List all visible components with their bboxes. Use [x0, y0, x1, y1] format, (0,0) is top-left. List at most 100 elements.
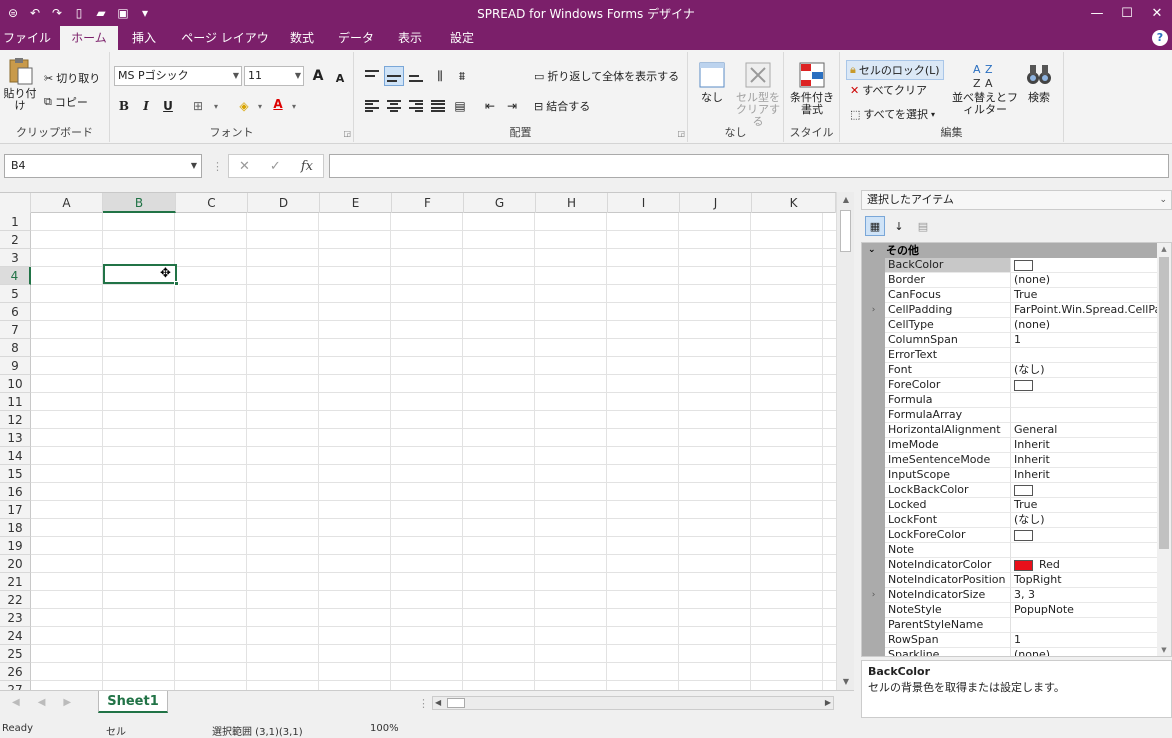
scroll-up-icon[interactable]: ▲ [1157, 245, 1171, 253]
property-row[interactable]: Note [862, 543, 1158, 558]
tab-insert[interactable]: 挿入 [122, 26, 166, 50]
row-header[interactable]: 1 [0, 213, 31, 231]
row-header[interactable]: 15 [0, 465, 31, 483]
row-header[interactable]: 3 [0, 249, 31, 267]
row-header[interactable]: 23 [0, 609, 31, 627]
property-value[interactable]: Inherit [1011, 468, 1158, 483]
property-row[interactable]: LockBackColor [862, 483, 1158, 498]
property-value[interactable]: 3, 3 [1011, 588, 1158, 603]
help-icon[interactable]: ? [1152, 30, 1168, 46]
property-value[interactable] [1011, 258, 1158, 273]
name-box[interactable]: B4 ▼ [4, 154, 202, 178]
property-value[interactable] [1011, 618, 1158, 633]
row-header[interactable]: 20 [0, 555, 31, 573]
search-button[interactable]: 検索 [1020, 60, 1058, 104]
property-value[interactable]: Inherit [1011, 438, 1158, 453]
property-row[interactable]: Font (なし) [862, 363, 1158, 378]
underline-button[interactable]: U [158, 96, 178, 116]
scroll-down-icon[interactable]: ▼ [837, 674, 855, 690]
confirm-icon[interactable]: ✓ [270, 159, 281, 174]
tab-home[interactable]: ホーム [60, 26, 118, 50]
column-header[interactable]: D [248, 193, 320, 213]
formula-input[interactable] [329, 154, 1169, 178]
justify-vertical-icon[interactable]: ⩩ [452, 66, 472, 86]
property-value[interactable]: FarPoint.Win.Spread.CellPadd [1011, 303, 1158, 318]
insert-function-button[interactable]: fx [301, 159, 313, 174]
property-row[interactable]: Formula [862, 393, 1158, 408]
property-value[interactable]: (なし) [1011, 513, 1158, 528]
column-header[interactable]: H [536, 193, 608, 213]
tab-data[interactable]: データ [332, 26, 380, 50]
property-pages-icon[interactable]: ▤ [913, 216, 933, 236]
property-row[interactable]: Sparkline (none) [862, 648, 1158, 656]
lock-cell-button[interactable]: 🔒︎ セルのロック(L) [846, 60, 944, 80]
next-sheet-icon[interactable]: ▶ [63, 697, 71, 708]
increase-indent-icon[interactable]: ⇥ [502, 96, 522, 116]
column-header[interactable]: G [464, 193, 536, 213]
property-value[interactable]: (none) [1011, 648, 1158, 656]
border-icon[interactable]: ⊞ [188, 96, 208, 116]
tab-view[interactable]: 表示 [390, 26, 430, 50]
first-sheet-icon[interactable]: ◀ [12, 697, 20, 708]
merge-button[interactable]: ⊟ 結合する [534, 98, 590, 114]
property-row[interactable]: ImeSentenceMode Inherit [862, 453, 1158, 468]
bold-button[interactable]: B [114, 96, 134, 116]
chevron-down-icon[interactable]: ▾ [284, 96, 304, 116]
minimize-icon[interactable]: — [1082, 0, 1112, 26]
categorized-icon[interactable]: ▦ [865, 216, 885, 236]
row-header[interactable]: 25 [0, 645, 31, 663]
row-header[interactable]: 18 [0, 519, 31, 537]
scroll-up-icon[interactable]: ▲ [837, 192, 855, 208]
align-justify-icon[interactable] [428, 96, 448, 116]
property-category[interactable]: ⌄ その他 [862, 243, 1158, 258]
row-header[interactable]: 10 [0, 375, 31, 393]
sheet-tab[interactable]: Sheet1 [98, 691, 168, 713]
alphabetical-icon[interactable]: ↓ [889, 216, 909, 236]
property-value[interactable]: TopRight [1011, 573, 1158, 588]
property-row[interactable]: NoteStyle PopupNote [862, 603, 1158, 618]
property-value[interactable] [1011, 483, 1158, 498]
property-value[interactable]: Red [1011, 558, 1158, 573]
property-row[interactable]: FormulaArray [862, 408, 1158, 423]
cut-button[interactable]: ✂ 切り取り [44, 70, 100, 86]
property-value[interactable]: 1 [1011, 633, 1158, 648]
property-value[interactable] [1011, 393, 1158, 408]
chevron-down-icon[interactable]: ▾ [250, 96, 270, 116]
property-row[interactable]: CellType (none) [862, 318, 1158, 333]
tab-formulas[interactable]: 数式 [282, 26, 322, 50]
property-row[interactable]: InputScope Inherit [862, 468, 1158, 483]
tab-file[interactable]: ファイル [0, 26, 54, 50]
row-header[interactable]: 21 [0, 573, 31, 591]
column-header[interactable]: B [103, 193, 176, 213]
scroll-down-icon[interactable]: ▼ [1157, 646, 1171, 654]
paste-button[interactable]: 貼り付け [2, 56, 38, 112]
grow-font-button[interactable]: A [308, 66, 328, 86]
scroll-thumb[interactable] [1159, 257, 1169, 549]
select-all-corner[interactable] [0, 193, 31, 213]
row-header[interactable]: 7 [0, 321, 31, 339]
property-row[interactable]: HorizontalAlignment General [862, 423, 1158, 438]
row-header[interactable]: 12 [0, 411, 31, 429]
row-header[interactable]: 8 [0, 339, 31, 357]
scroll-thumb[interactable] [840, 210, 851, 252]
decrease-indent-icon[interactable]: ⇤ [480, 96, 500, 116]
column-header[interactable]: C [176, 193, 248, 213]
cancel-icon[interactable]: ✕ [239, 159, 250, 174]
column-header[interactable]: E [320, 193, 392, 213]
dialog-launcher-icon[interactable]: ◲ [677, 129, 685, 138]
property-row[interactable]: ›CellPaddingFarPoint.Win.Spread.CellPadd [862, 303, 1158, 318]
scroll-right-icon[interactable]: ▶ [825, 697, 831, 709]
row-header[interactable]: 11 [0, 393, 31, 411]
clear-celltype-button[interactable]: セル型をクリアする [734, 60, 782, 128]
scroll-thumb[interactable] [447, 698, 465, 708]
tab-settings[interactable]: 設定 [440, 26, 484, 50]
row-header[interactable]: 5 [0, 285, 31, 303]
wrap-text-button[interactable]: ▭ 折り返して全体を表示する [534, 68, 679, 84]
property-value[interactable] [1011, 378, 1158, 393]
row-header[interactable]: 19 [0, 537, 31, 555]
column-header[interactable]: K [752, 193, 836, 213]
property-row[interactable]: ParentStyleName [862, 618, 1158, 633]
property-value[interactable] [1011, 543, 1158, 558]
property-row[interactable]: LockFont (なし) [862, 513, 1158, 528]
property-scrollbar[interactable]: ▲ ▼ [1157, 243, 1171, 656]
